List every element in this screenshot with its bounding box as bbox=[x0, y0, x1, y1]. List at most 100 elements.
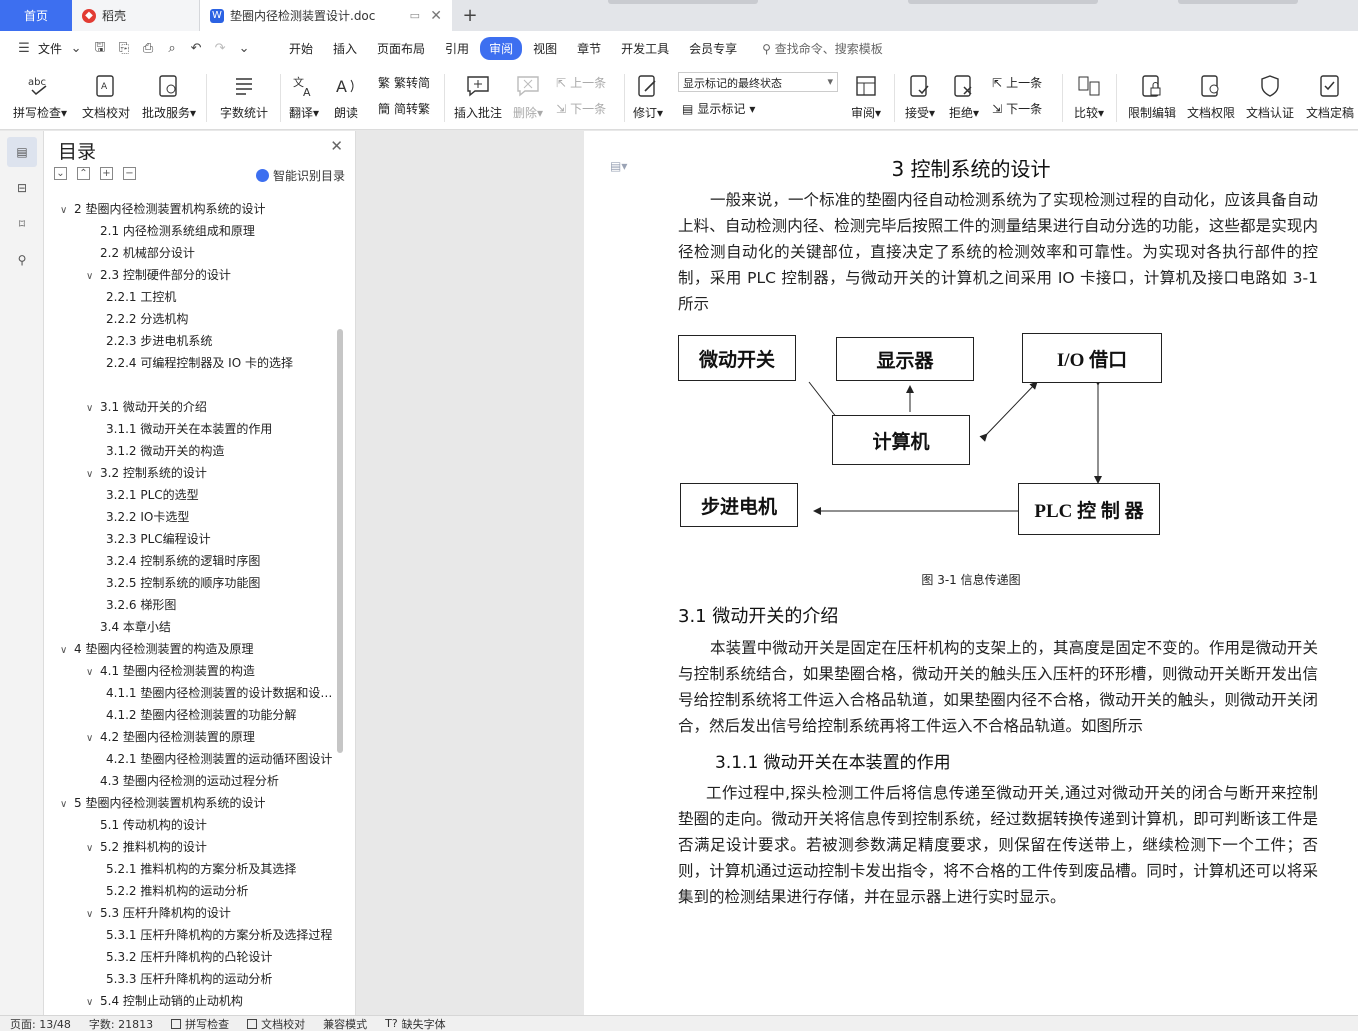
print-preview-icon[interactable]: ⌕ bbox=[162, 39, 182, 59]
expand-all-icon[interactable]: ⌄ bbox=[54, 167, 67, 180]
toc-item[interactable]: 3.2.5 控制系统的顺序功能图 bbox=[44, 572, 356, 594]
reject-button[interactable]: 拒绝▾ bbox=[944, 66, 984, 130]
chevron-down-icon[interactable]: ∨ bbox=[86, 838, 100, 858]
proof-toggle[interactable]: 文档校对 bbox=[247, 1016, 305, 1031]
chevron-down-icon[interactable]: ∨ bbox=[86, 992, 100, 1012]
redo-icon[interactable]: ↷ bbox=[210, 39, 230, 59]
toc-item[interactable]: ∨ 5 垫圈内径检测装置机构系统的设计 bbox=[44, 792, 356, 814]
export-icon[interactable]: ⎘ bbox=[114, 39, 134, 59]
chevron-down-icon[interactable]: ∨ bbox=[86, 398, 100, 418]
chevron-down-icon[interactable]: ∨ bbox=[86, 662, 100, 682]
annotate-service-button[interactable]: 批改服务▾ bbox=[138, 66, 200, 130]
toc-item[interactable]: ∨ 3.2 控制系统的设计 bbox=[44, 462, 356, 484]
simp-to-trad-button[interactable]: 簡简转繁 bbox=[378, 100, 430, 117]
toc-item[interactable]: 3.2.2 IO卡选型 bbox=[44, 506, 356, 528]
menu-tab[interactable]: 会员专享 bbox=[680, 37, 746, 60]
insert-comment-button[interactable]: 插入批注 bbox=[452, 66, 504, 130]
word-count-indicator[interactable]: 字数: 21813 bbox=[89, 1016, 153, 1031]
save-icon[interactable]: 🖫 bbox=[90, 39, 110, 59]
toc-item[interactable]: 5.3.1 压杆升降机构的方案分析及选择过程 bbox=[44, 924, 356, 946]
toc-item[interactable]: ∨ 3.1 微动开关的介绍 bbox=[44, 396, 356, 418]
toc-item[interactable]: 3.2.1 PLC的选型 bbox=[44, 484, 356, 506]
undo-icon[interactable]: ↶ bbox=[186, 39, 206, 59]
prev-change-button[interactable]: ⇱ 上一条 bbox=[992, 74, 1042, 91]
next-comment-button[interactable]: ⇲ 下一条 bbox=[556, 100, 606, 117]
chevron-down-icon[interactable]: ∨ bbox=[60, 200, 74, 220]
document-finalize-button[interactable]: 文档定稿 bbox=[1302, 66, 1358, 130]
toc-item[interactable]: ∨ 5.3 压杆升降机构的设计 bbox=[44, 902, 356, 924]
prev-comment-button[interactable]: ⇱ 上一条 bbox=[556, 74, 606, 91]
command-search[interactable]: ⚲ 查找命令、搜索模板 bbox=[762, 40, 883, 57]
toc-item[interactable]: 5.3.2 压杆升降机构的凸轮设计 bbox=[44, 946, 356, 968]
document-permission-button[interactable]: 文档权限 bbox=[1184, 66, 1238, 130]
missing-font-button[interactable]: T? 缺失字体 bbox=[385, 1016, 446, 1031]
add-level-icon[interactable]: + bbox=[100, 167, 113, 180]
word-count-button[interactable]: 字数统计 bbox=[214, 66, 274, 130]
more-icon[interactable]: ⌄ bbox=[234, 39, 254, 59]
smart-toc-button[interactable]: 智能识别目录 bbox=[255, 167, 345, 184]
toc-item[interactable]: 4.2.1 垫圈内径检测装置的运动循环图设计 bbox=[44, 748, 356, 770]
search-icon[interactable]: ⚲ bbox=[7, 245, 37, 275]
toc-item[interactable]: 4.1.2 垫圈内径检测装置的功能分解 bbox=[44, 704, 356, 726]
accept-button[interactable]: 接受▾ bbox=[900, 66, 940, 130]
spell-check-button[interactable]: abc 拼写检查▾ bbox=[10, 66, 70, 130]
toc-item[interactable]: 3.2.3 PLC编程设计 bbox=[44, 528, 356, 550]
chapter-nav-icon[interactable]: ⊟ bbox=[7, 173, 37, 203]
chevron-down-icon[interactable]: ∨ bbox=[60, 794, 74, 814]
hamburger-icon[interactable]: ☰ bbox=[14, 39, 34, 59]
toc-item[interactable]: 3.1.2 微动开关的构造 bbox=[44, 440, 356, 462]
close-icon[interactable]: ✕ bbox=[330, 137, 343, 155]
read-aloud-button[interactable]: A 朗读 bbox=[328, 66, 364, 130]
toc-item[interactable]: 3.1.1 微动开关在本装置的作用 bbox=[44, 418, 356, 440]
close-icon[interactable]: ✕ bbox=[430, 8, 442, 24]
toc-item[interactable]: 3.4 本章小结 bbox=[44, 616, 356, 638]
menu-tab[interactable]: 页面布局 bbox=[368, 37, 434, 60]
tab-daoke[interactable]: ◆ 稻壳 bbox=[72, 0, 200, 31]
page-indicator[interactable]: 页面: 13/48 bbox=[10, 1016, 71, 1031]
print-icon[interactable]: ⎙ bbox=[138, 39, 158, 59]
chevron-down-icon[interactable]: ∨ bbox=[60, 640, 74, 660]
restrict-editing-button[interactable]: 限制编辑 bbox=[1124, 66, 1180, 130]
toc-item[interactable]: 5.2.2 推料机构的运动分析 bbox=[44, 880, 356, 902]
bookmark-icon[interactable]: ⌑ bbox=[7, 209, 37, 239]
menu-tab[interactable]: 章节 bbox=[568, 37, 610, 60]
toc-panel-icon[interactable]: ▤ bbox=[7, 137, 37, 167]
document-page[interactable]: ▤▾ 3 控制系统的设计 一般来说，一个标准的垫圈内径自动检测系统为了实现检测过… bbox=[584, 131, 1358, 1015]
menu-tab[interactable]: 引用 bbox=[436, 37, 478, 60]
toc-item[interactable]: 5.3.3 压杆升降机构的运动分析 bbox=[44, 968, 356, 990]
delete-comment-button[interactable]: 删除▾ bbox=[508, 66, 548, 130]
toc-scrollbar[interactable] bbox=[337, 329, 343, 753]
show-markup-button[interactable]: ▤ 显示标记 ▾ bbox=[682, 100, 755, 117]
tab-document[interactable]: W 垫圈内径检测装置设计.doc ▭ ✕ bbox=[200, 0, 452, 31]
toc-item[interactable]: ∨ 4 垫圈内径检测装置的构造及原理 bbox=[44, 638, 356, 660]
menu-tab[interactable]: 插入 bbox=[324, 37, 366, 60]
window-restore-icon[interactable]: ▭ bbox=[410, 9, 420, 22]
collapse-all-icon[interactable]: ⌃ bbox=[77, 167, 90, 180]
chevron-down-icon[interactable]: ∨ bbox=[86, 464, 100, 484]
chevron-down-icon[interactable]: ∨ bbox=[86, 728, 100, 748]
menu-tab[interactable]: 开始 bbox=[280, 37, 322, 60]
trad-to-simp-button[interactable]: 繁繁转简 bbox=[378, 74, 430, 91]
remove-level-icon[interactable]: − bbox=[123, 167, 136, 180]
toc-item[interactable]: 3.2.6 梯形图 bbox=[44, 594, 356, 616]
file-menu[interactable]: 文件 bbox=[38, 40, 62, 57]
compare-button[interactable]: 比较▾ bbox=[1068, 66, 1110, 130]
toc-item[interactable]: 2.1 内径检测系统组成和原理 bbox=[44, 220, 356, 242]
markup-state-select[interactable]: 显示标记的最终状态 bbox=[678, 72, 838, 92]
toc-item[interactable]: ∨ 4.2 垫圈内径检测装置的原理 bbox=[44, 726, 356, 748]
toc-item[interactable]: 5.1 传动机构的设计 bbox=[44, 814, 356, 836]
toc-item[interactable]: 3.2.4 控制系统的逻辑时序图 bbox=[44, 550, 356, 572]
toc-item[interactable]: 4.1.1 垫圈内径检测装置的设计数据和设计要求 bbox=[44, 682, 356, 704]
chevron-down-icon[interactable]: ∨ bbox=[86, 266, 100, 286]
next-change-button[interactable]: ⇲ 下一条 bbox=[992, 100, 1042, 117]
menu-tab[interactable]: 审阅 bbox=[480, 37, 523, 60]
toc-item[interactable]: 2.2.3 步进电机系统 bbox=[44, 330, 356, 352]
review-pane-button[interactable]: 审阅▾ bbox=[846, 66, 886, 130]
toc-item[interactable]: 2.2.1 工控机 bbox=[44, 286, 356, 308]
toc-item[interactable]: 4.3 垫圈内径检测的运动过程分析 bbox=[44, 770, 356, 792]
translate-button[interactable]: 文A 翻译▾ bbox=[284, 66, 324, 130]
toc-item[interactable]: 2.2.4 可编程控制器及 IO 卡的选择 bbox=[44, 352, 356, 374]
chevron-down-icon[interactable]: ∨ bbox=[86, 904, 100, 924]
toc-item[interactable]: ∨ 4.1 垫圈内径检测装置的构造 bbox=[44, 660, 356, 682]
new-tab-button[interactable]: + bbox=[452, 0, 488, 31]
